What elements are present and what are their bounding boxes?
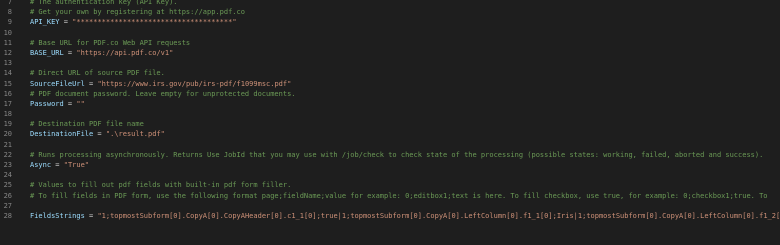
string-literal: "" bbox=[76, 99, 85, 108]
code-line[interactable]: 15 SourceFileUrl = "https://www.irs.gov/p… bbox=[0, 79, 780, 89]
string-literal: ".\result.pdf" bbox=[105, 130, 165, 139]
assignment-operator: = bbox=[51, 161, 64, 169]
code-line[interactable]: 21 bbox=[0, 140, 780, 150]
variable-name: FieldsStrings bbox=[30, 211, 85, 220]
line-content: # Direct URL of source PDF file. bbox=[30, 68, 165, 78]
line-number: 16 bbox=[3, 89, 12, 98]
code-line[interactable]: 28 FieldsStrings = "1;topmostSubform[0].C… bbox=[0, 211, 780, 221]
line-content: # Runs processing asynchronously. Return… bbox=[30, 150, 763, 160]
code-line[interactable]: 18 bbox=[0, 109, 780, 119]
variable-name: Password bbox=[30, 99, 64, 108]
assignment-operator: = bbox=[84, 211, 98, 220]
line-content: # To fill fields in PDF form, use the fo… bbox=[30, 191, 768, 201]
line-content: Password = "" bbox=[30, 99, 85, 109]
line-number: 18 bbox=[3, 110, 12, 119]
code-line[interactable]: 24 bbox=[0, 170, 780, 180]
assignment-operator: = bbox=[93, 130, 106, 139]
code-editor[interactable]: 7 # The authentication key (API Key). 8 # G… bbox=[0, 0, 780, 245]
line-content: Async = "True" bbox=[30, 160, 89, 170]
line-content: API_KEY = "*****************************… bbox=[30, 17, 237, 27]
code-line[interactable]: 13 bbox=[0, 58, 780, 68]
line-content: # The authentication key (API Key). bbox=[30, 0, 178, 7]
string-literal: "1;topmostSubform[0].CopyA[0].CopyAHeade… bbox=[97, 211, 780, 220]
line-content: # Base URL for PDF.co Web API requests bbox=[30, 38, 190, 48]
code-line[interactable]: 14 # Direct URL of source PDF file. bbox=[0, 68, 780, 78]
comment-text: # To fill fields in PDF form, use the fo… bbox=[30, 191, 768, 200]
code-line[interactable]: 20 DestinationFile = ".\result.pdf" bbox=[0, 129, 780, 139]
line-content: # Get your own by registering at https:/… bbox=[30, 7, 245, 17]
code-line[interactable]: 23 Async = "True" bbox=[0, 160, 780, 170]
code-line[interactable]: 10 bbox=[0, 28, 780, 38]
code-line[interactable]: 25 # Values to fill out pdf fields with b… bbox=[0, 180, 780, 190]
line-number: 25 bbox=[3, 181, 12, 190]
line-number: 15 bbox=[3, 79, 12, 88]
line-number: 8 bbox=[7, 8, 12, 17]
code-line[interactable]: 7 # The authentication key (API Key). bbox=[0, 0, 780, 7]
variable-name: Async bbox=[30, 161, 52, 169]
line-number: 11 bbox=[3, 38, 12, 47]
string-literal: "https://www.irs.gov/pub/irs-pdf/f1099ms… bbox=[97, 79, 292, 88]
line-content: # PDF document password. Leave empty for… bbox=[30, 89, 296, 99]
comment-text: # Get your own by registering at https:/… bbox=[30, 8, 245, 17]
line-number: 13 bbox=[3, 59, 12, 68]
code-line[interactable]: 22 # Runs processing asynchronously. Retu… bbox=[0, 150, 780, 160]
line-content: DestinationFile = ".\result.pdf" bbox=[30, 129, 165, 139]
assignment-operator: = bbox=[63, 48, 77, 57]
code-line[interactable]: 9 API_KEY = "****************************… bbox=[0, 17, 780, 27]
line-number: 12 bbox=[3, 48, 12, 57]
string-literal: "True" bbox=[63, 161, 90, 169]
line-content: FieldsStrings = "1;topmostSubform[0].Cop… bbox=[30, 211, 780, 221]
comment-text: # Runs processing asynchronously. Return… bbox=[30, 150, 764, 159]
variable-name: API_KEY bbox=[30, 18, 60, 27]
line-number: 26 bbox=[3, 191, 12, 200]
line-content: BASE_URL = "https://api.pdf.co/v1" bbox=[30, 48, 173, 58]
code-line[interactable]: 26 # To fill fields in PDF form, use the … bbox=[0, 191, 780, 201]
line-number: 21 bbox=[3, 140, 12, 149]
code-line[interactable]: 8 # Get your own by registering at https:… bbox=[0, 7, 780, 17]
line-number: 20 bbox=[3, 130, 12, 139]
line-number: 27 bbox=[3, 201, 12, 210]
code-line[interactable]: 11 # Base URL for PDF.co Web API requests bbox=[0, 38, 780, 48]
line-number: 19 bbox=[3, 120, 12, 129]
comment-text: # Base URL for PDF.co Web API requests bbox=[30, 38, 191, 47]
line-number: 28 bbox=[3, 211, 12, 220]
code-line[interactable]: 12 BASE_URL = "https://api.pdf.co/v1" bbox=[0, 48, 780, 58]
assignment-operator: = bbox=[84, 79, 98, 88]
code-line[interactable]: 17 Password = "" bbox=[0, 99, 780, 109]
line-content: SourceFileUrl = "https://www.irs.gov/pub… bbox=[30, 79, 291, 89]
line-number: 24 bbox=[3, 171, 12, 180]
string-literal: "*************************************" bbox=[72, 18, 237, 27]
assignment-operator: = bbox=[63, 99, 77, 108]
code-line[interactable]: 19 # Destination PDF file name bbox=[0, 119, 780, 129]
code-line[interactable]: 16 # PDF document password. Leave empty f… bbox=[0, 89, 780, 99]
line-number: 22 bbox=[3, 150, 12, 159]
line-number: 9 bbox=[7, 18, 12, 27]
line-number: 7 bbox=[7, 0, 12, 6]
line-number: 23 bbox=[3, 161, 12, 169]
comment-text: # The authentication key (API Key). bbox=[30, 0, 178, 6]
comment-text: # Direct URL of source PDF file. bbox=[30, 69, 165, 78]
string-literal: "https://api.pdf.co/v1" bbox=[76, 48, 174, 57]
line-number: 10 bbox=[3, 28, 12, 37]
variable-name: DestinationFile bbox=[30, 130, 94, 139]
line-content: # Values to fill out pdf fields with bui… bbox=[30, 180, 291, 190]
variable-name: SourceFileUrl bbox=[30, 79, 85, 88]
line-number: 17 bbox=[3, 99, 12, 108]
code-line[interactable]: 27 bbox=[0, 201, 780, 211]
comment-text: # Values to fill out pdf fields with bui… bbox=[30, 181, 292, 190]
variable-name: BASE_URL bbox=[30, 48, 64, 57]
line-content: # Destination PDF file name bbox=[30, 119, 144, 129]
line-number: 14 bbox=[3, 69, 12, 78]
code-lines: 7 # The authentication key (API Key). 8 # G… bbox=[0, 0, 780, 221]
assignment-operator: = bbox=[59, 18, 73, 27]
comment-text: # PDF document password. Leave empty for… bbox=[30, 89, 296, 98]
comment-text: # Destination PDF file name bbox=[30, 120, 144, 129]
